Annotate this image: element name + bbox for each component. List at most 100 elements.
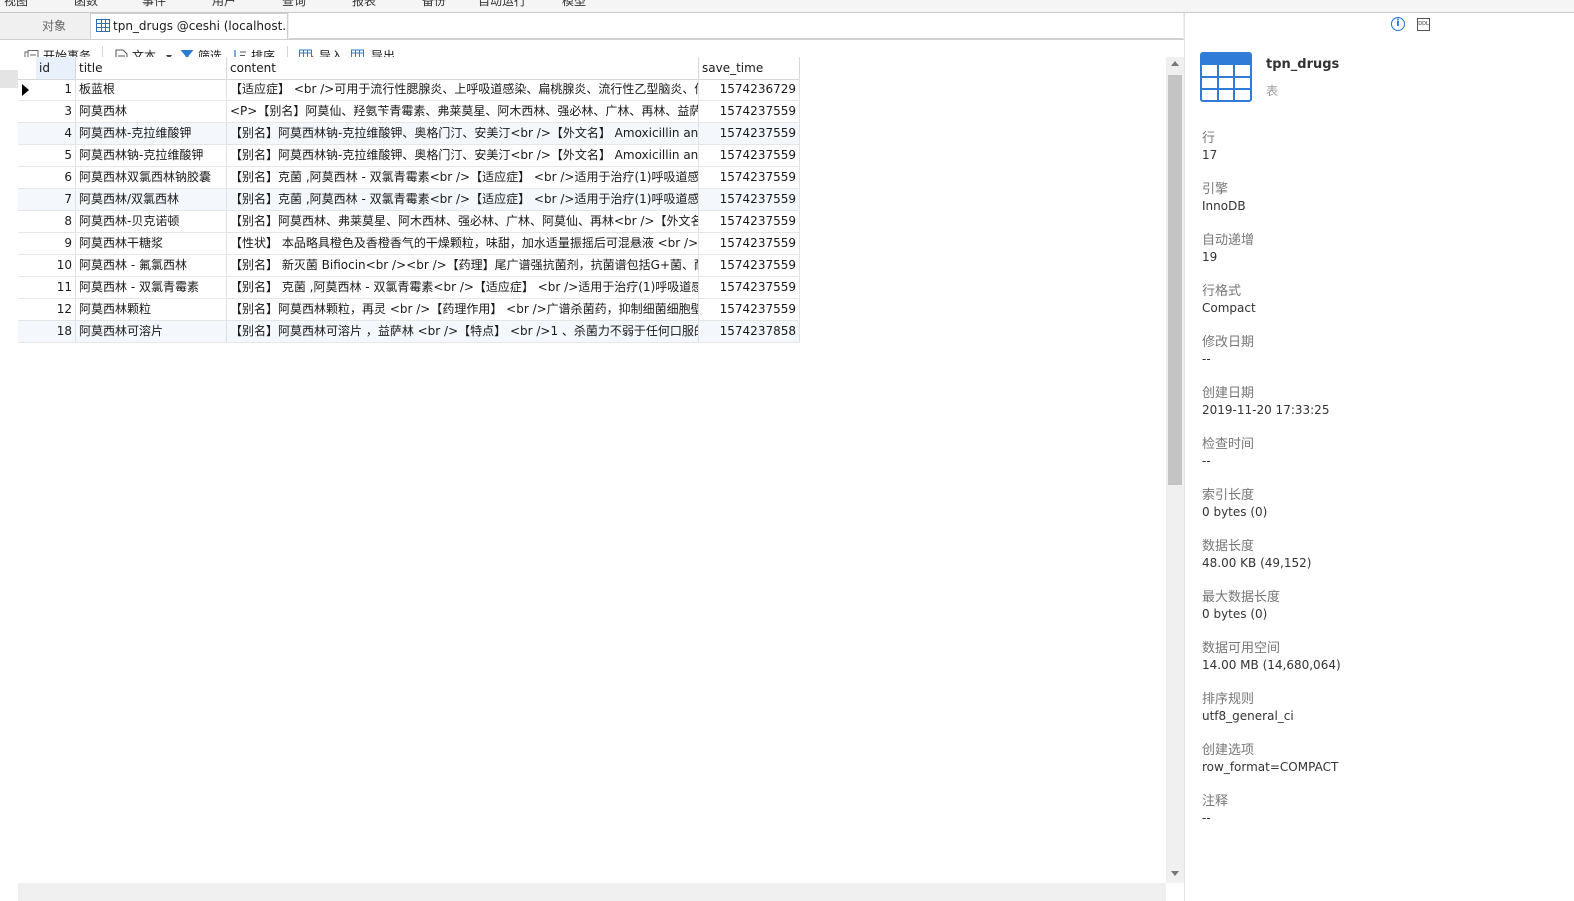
property-value: utf8_general_ci xyxy=(1202,709,1294,723)
scrollbar-thumb[interactable] xyxy=(1168,75,1182,485)
menu-item[interactable]: 事件 xyxy=(142,0,166,9)
column-header-save-time[interactable]: save_time xyxy=(699,57,800,79)
cell-title[interactable]: 阿莫西林钠-克拉维酸钾 xyxy=(76,145,227,166)
cell-title[interactable]: 阿莫西林 - 氟氯西林 xyxy=(76,255,227,276)
cell-content[interactable]: <P>【别名】阿莫仙、羟氨苄青霉素、弗莱莫星、阿木西林、强必林、广林、再林、益萨 xyxy=(227,101,699,122)
scroll-up-icon[interactable] xyxy=(1171,61,1179,66)
cell-save-time[interactable]: 1574237559 xyxy=(699,277,800,298)
cell-title[interactable]: 阿莫西林 xyxy=(76,101,227,122)
cell-content[interactable]: 【别名】阿莫西林、弗莱莫星、阿木西林、强必林、广林、阿莫仙、再林<br />【外… xyxy=(227,211,699,232)
cell-save-time[interactable]: 1574237559 xyxy=(699,299,800,320)
cell-id[interactable]: 12 xyxy=(36,299,76,320)
tab-bar-empty xyxy=(289,13,1183,39)
cell-content[interactable]: 【别名】阿莫西林钠-克拉维酸钾、奥格门汀、安美汀<br />【外文名】 Amox… xyxy=(227,123,699,144)
cell-save-time[interactable]: 1574237559 xyxy=(699,233,800,254)
tab-table-tpn-drugs[interactable]: tpn_drugs @ceshi (localhost... xyxy=(90,13,288,39)
menu-item[interactable]: 函数 xyxy=(74,0,98,9)
cell-id[interactable]: 7 xyxy=(36,189,76,210)
cell-title[interactable]: 阿莫西林-贝克诺顿 xyxy=(76,211,227,232)
cell-save-time[interactable]: 1574237559 xyxy=(699,123,800,144)
cell-save-time[interactable]: 1574237559 xyxy=(699,145,800,166)
cell-save-time[interactable]: 1574237858 xyxy=(699,321,800,342)
cell-id[interactable]: 5 xyxy=(36,145,76,166)
cell-id[interactable]: 11 xyxy=(36,277,76,298)
table-row[interactable]: 7 阿莫西林/双氯西林 【别名】克菌 ,阿莫西林 - 双氯青霉素<br />【适… xyxy=(18,189,800,211)
cell-title[interactable]: 阿莫西林-克拉维酸钾 xyxy=(76,123,227,144)
table-icon xyxy=(1200,52,1252,102)
menu-item[interactable]: 备份 xyxy=(422,0,446,9)
property-value: 2019-11-20 17:33:25 xyxy=(1202,403,1330,417)
scroll-down-icon[interactable] xyxy=(1171,871,1179,876)
property-label: 检查时间 xyxy=(1202,437,1255,452)
property-label: 创建日期 xyxy=(1202,386,1255,401)
cell-id[interactable]: 1 xyxy=(36,79,76,100)
menu-item[interactable]: 报表 xyxy=(352,0,376,9)
cell-save-time[interactable]: 1574237559 xyxy=(699,189,800,210)
cell-content[interactable]: 【别名】阿莫西林钠-克拉维酸钾、奥格门汀、安美汀<br />【外文名】 Amox… xyxy=(227,145,699,166)
table-row[interactable]: 11 阿莫西林 - 双氯青霉素 【别名】 克菌 ,阿莫西林 - 双氯青霉素<br… xyxy=(18,277,800,299)
property-label: 修改日期 xyxy=(1202,335,1255,350)
column-header-id[interactable]: id xyxy=(36,57,76,79)
cell-title[interactable]: 阿莫西林干糖浆 xyxy=(76,233,227,254)
menu-item[interactable]: 查询 xyxy=(282,0,306,9)
cell-id[interactable]: 4 xyxy=(36,123,76,144)
column-header-content[interactable]: content xyxy=(227,57,699,79)
cell-save-time[interactable]: 1574237559 xyxy=(699,101,800,122)
cell-content[interactable]: 【别名】 新灭菌 Bifiocin<br /><br />【药理】尾广谱强抗菌剂… xyxy=(227,255,699,276)
table-row[interactable]: 12 阿莫西林颗粒 【别名】阿莫西林颗粒，再灵 <br />【药理作用】 <br… xyxy=(18,299,800,321)
property-label: 注释 xyxy=(1202,794,1229,809)
menu-item[interactable]: 模型 xyxy=(562,0,586,9)
table-row[interactable]: 5 阿莫西林钠-克拉维酸钾 【别名】阿莫西林钠-克拉维酸钾、奥格门汀、安美汀<b… xyxy=(18,145,800,167)
property-value: -- xyxy=(1202,811,1211,825)
cell-title[interactable]: 阿莫西林可溶片 xyxy=(76,321,227,342)
cell-id[interactable]: 10 xyxy=(36,255,76,276)
property-label: 索引长度 xyxy=(1202,488,1255,503)
cell-content[interactable]: 【别名】 克菌 ,阿莫西林 - 双氯青霉素<br />【适应症】 <br />适… xyxy=(227,277,699,298)
column-header-title[interactable]: title xyxy=(76,57,227,79)
table-row[interactable]: 3 阿莫西林 <P>【别名】阿莫仙、羟氨苄青霉素、弗莱莫星、阿木西林、强必林、广… xyxy=(18,101,800,123)
table-row[interactable]: 8 阿莫西林-贝克诺顿 【别名】阿莫西林、弗莱莫星、阿木西林、强必林、广林、阿莫… xyxy=(18,211,800,233)
ddl-icon[interactable]: DDL xyxy=(1417,18,1430,31)
cell-title[interactable]: 板蓝根 xyxy=(76,79,227,100)
cell-id[interactable]: 9 xyxy=(36,233,76,254)
tab-objects[interactable]: 对象 xyxy=(18,13,90,39)
property-value: 14.00 MB (14,680,064) xyxy=(1202,658,1341,672)
cell-save-time[interactable]: 1574237559 xyxy=(699,255,800,276)
menu-item[interactable]: 自动运行 xyxy=(478,0,526,9)
cell-save-time[interactable]: 1574236729 xyxy=(699,79,800,100)
info-panel: i DDL tpn_drugs 表 行 17 引擎 InnoDB 自动递增 19… xyxy=(1184,13,1574,901)
cell-id[interactable]: 8 xyxy=(36,211,76,232)
cell-id[interactable]: 18 xyxy=(36,321,76,342)
cell-content[interactable]: 【别名】阿莫西林可溶片 ，益萨林 <br />【特点】 <br />1 、杀菌力… xyxy=(227,321,699,342)
data-grid[interactable]: id title content save_time 1 板蓝根 【适应症】 <… xyxy=(18,57,1166,883)
property-label: 排序规则 xyxy=(1202,692,1255,707)
cell-id[interactable]: 6 xyxy=(36,167,76,188)
horizontal-scrollbar[interactable] xyxy=(18,883,1166,901)
property-value: -- xyxy=(1202,454,1211,468)
cell-content[interactable]: 【适应症】 <br />可用于流行性腮腺炎、上呼吸道感染、扁桃腺炎、流行性乙型脑… xyxy=(227,79,699,100)
cell-title[interactable]: 阿莫西林双氯西林钠胶囊 xyxy=(76,167,227,188)
vertical-scrollbar[interactable] xyxy=(1166,57,1184,883)
cell-title[interactable]: 阿莫西林 - 双氯青霉素 xyxy=(76,277,227,298)
left-edge-strip xyxy=(0,70,18,88)
table-row[interactable]: 1 板蓝根 【适应症】 <br />可用于流行性腮腺炎、上呼吸道感染、扁桃腺炎、… xyxy=(18,79,800,101)
cell-save-time[interactable]: 1574237559 xyxy=(699,211,800,232)
info-icon[interactable]: i xyxy=(1391,17,1405,31)
cell-id[interactable]: 3 xyxy=(36,101,76,122)
table-row[interactable]: 4 阿莫西林-克拉维酸钾 【别名】阿莫西林钠-克拉维酸钾、奥格门汀、安美汀<br… xyxy=(18,123,800,145)
table-row[interactable]: 9 阿莫西林干糖浆 【性状】 本品略具橙色及香橙香气的干燥颗粒，味甜，加水适量振… xyxy=(18,233,800,255)
property-label: 行格式 xyxy=(1202,284,1242,299)
table-row[interactable]: 18 阿莫西林可溶片 【别名】阿莫西林可溶片 ，益萨林 <br />【特点】 <… xyxy=(18,321,800,343)
table-row[interactable]: 6 阿莫西林双氯西林钠胶囊 【别名】克菌 ,阿莫西林 - 双氯青霉素<br />… xyxy=(18,167,800,189)
tab-bar: 对象 tpn_drugs @ceshi (localhost... xyxy=(0,13,1184,40)
cell-content[interactable]: 【别名】克菌 ,阿莫西林 - 双氯青霉素<br />【适应症】 <br />适用… xyxy=(227,189,699,210)
cell-content[interactable]: 【别名】阿莫西林颗粒，再灵 <br />【药理作用】 <br />广谱杀菌药，抑… xyxy=(227,299,699,320)
cell-save-time[interactable]: 1574237559 xyxy=(699,167,800,188)
table-row[interactable]: 10 阿莫西林 - 氟氯西林 【别名】 新灭菌 Bifiocin<br /><b… xyxy=(18,255,800,277)
cell-title[interactable]: 阿莫西林颗粒 xyxy=(76,299,227,320)
cell-content[interactable]: 【别名】克菌 ,阿莫西林 - 双氯青霉素<br />【适应症】 <br />适用… xyxy=(227,167,699,188)
cell-content[interactable]: 【性状】 本品略具橙色及香橙香气的干燥颗粒，味甜，加水适量振摇后可混悬液 <br… xyxy=(227,233,699,254)
menu-item[interactable]: 视图 xyxy=(4,0,28,9)
menu-item[interactable]: 用户 xyxy=(212,0,236,9)
cell-title[interactable]: 阿莫西林/双氯西林 xyxy=(76,189,227,210)
